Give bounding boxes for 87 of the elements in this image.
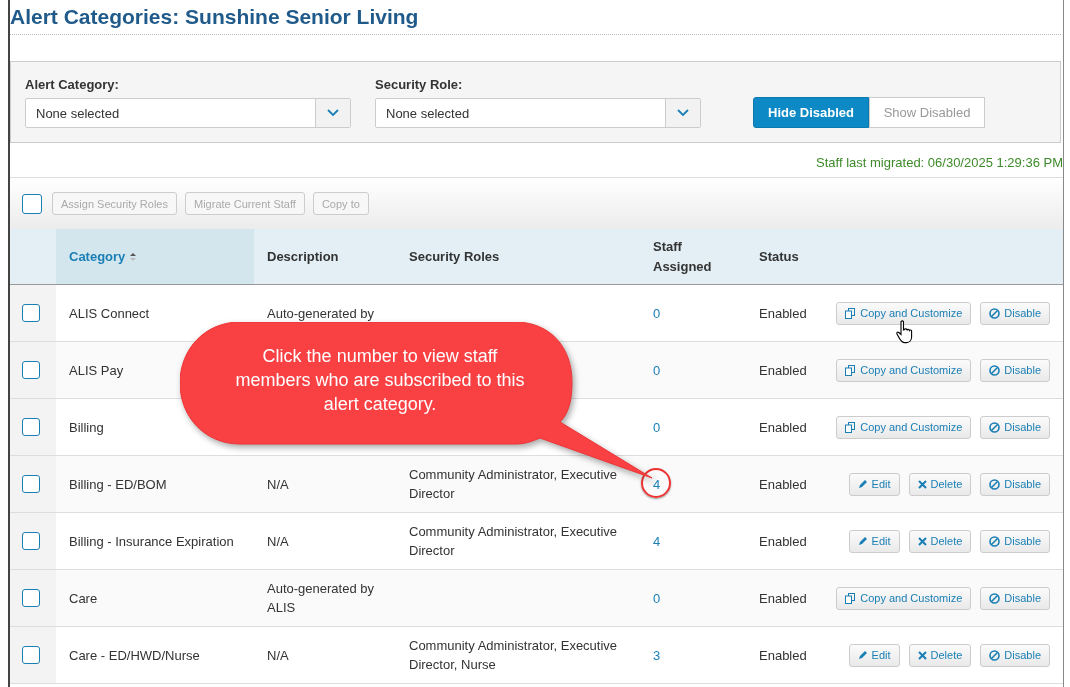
ban-icon [989, 421, 1001, 433]
dropdown-field[interactable]: None selected [25, 98, 351, 128]
action-button[interactable]: Edit [848, 472, 900, 496]
category-name: ALIS Pay [69, 362, 124, 378]
action-button[interactable]: Disable [980, 415, 1050, 439]
row-checkbox[interactable] [22, 418, 40, 436]
copy-icon [845, 364, 857, 376]
action-button[interactable]: Delete [908, 529, 972, 553]
row-checkbox[interactable] [22, 361, 40, 379]
migration-status: Staff last migrated: 06/30/2025 1:29:36 PM [815, 154, 1063, 171]
copy-icon [845, 592, 857, 604]
status-text: Enabled [759, 362, 807, 378]
ban-icon [989, 364, 1001, 376]
staff-count-link[interactable]: 3 [653, 647, 661, 663]
action-button[interactable]: Disable [980, 529, 1050, 553]
close-icon [917, 536, 927, 546]
callout-text: Click the number to view staff members who are subscribed to this alert category. [234, 345, 526, 416]
status-text: Enabled [759, 305, 807, 321]
action-button[interactable]: Copy and Customize [836, 586, 972, 610]
toggle-button[interactable]: Show Disabled [869, 97, 985, 128]
category-name: Billing [69, 419, 104, 435]
category-name: Billing - Insurance Expiration [69, 533, 234, 549]
pencil-icon [857, 650, 868, 660]
status-text: Enabled [759, 419, 807, 435]
status-text: Enabled [759, 476, 807, 492]
action-button[interactable]: Copy and Customize [836, 358, 972, 382]
action-button[interactable]: Delete [908, 643, 972, 667]
column-header: Description [267, 248, 340, 266]
staff-count-link[interactable]: 0 [653, 305, 661, 321]
category-name: Billing - ED/BOM [69, 476, 167, 492]
action-button[interactable]: Edit [848, 643, 900, 667]
ban-icon [989, 478, 1001, 490]
row-checkbox[interactable] [22, 475, 40, 493]
ban-icon [989, 649, 1001, 661]
staff-count-link[interactable]: 0 [653, 419, 661, 435]
pencil-icon [857, 479, 868, 489]
action-button[interactable]: Disable [980, 358, 1050, 382]
security-roles-text: Community Administrator, Executive Director [409, 466, 619, 503]
description-text: N/A [267, 532, 290, 551]
security-roles-text: Community Administrator, Executive Director [409, 523, 619, 560]
close-icon [917, 650, 927, 660]
chevron-down-icon [327, 109, 339, 117]
copy-icon [845, 421, 857, 433]
action-button[interactable]: Delete [908, 472, 972, 496]
description-text: N/A [267, 475, 290, 494]
ban-icon [989, 592, 1001, 604]
action-button[interactable]: Edit [848, 529, 900, 553]
column-header: Status [759, 249, 799, 264]
dropdown-field[interactable]: None selected [375, 98, 701, 128]
security-roles-text: Community Administrator, Executive Director, Nurse [409, 637, 619, 674]
sort-header[interactable]: Category [69, 249, 126, 264]
description-text: Auto-generated by ALIS [267, 580, 375, 617]
filter-label: Security Role: [375, 77, 464, 92]
sort-icon[interactable] [130, 251, 137, 262]
description-text: Auto-generated by [267, 304, 375, 323]
action-button[interactable]: Disable [980, 643, 1050, 667]
row-checkbox[interactable] [22, 304, 40, 322]
staff-count-link[interactable]: 4 [653, 533, 661, 549]
action-button[interactable]: Disable [980, 301, 1050, 325]
category-name: Care - ED/HWD/Nurse [69, 647, 200, 663]
row-checkbox[interactable] [22, 532, 40, 550]
status-text: Enabled [759, 647, 807, 663]
staff-count-link[interactable]: 0 [653, 362, 661, 378]
description-text: N/A [267, 646, 290, 665]
row-checkbox[interactable] [22, 646, 40, 664]
ban-icon [989, 307, 1001, 319]
select-all-checkbox[interactable] [22, 193, 42, 214]
status-text: Enabled [759, 533, 807, 549]
ban-icon [989, 535, 1001, 547]
staff-count-link[interactable]: 0 [653, 590, 661, 606]
action-button[interactable]: Copy and Customize [836, 415, 972, 439]
staff-count-link[interactable]: 4 [653, 476, 661, 492]
column-header: Staff Assigned [653, 237, 713, 276]
chevron-down-icon [677, 109, 689, 117]
category-name: ALIS Connect [69, 305, 150, 321]
row-checkbox[interactable] [22, 589, 40, 607]
category-name: Care [69, 590, 98, 606]
page-title: Alert Categories: Sunshine Senior Living [10, 0, 1061, 35]
close-icon [917, 479, 927, 489]
filter-label: Alert Category: [25, 77, 120, 92]
status-text: Enabled [759, 590, 807, 606]
pencil-icon [857, 536, 868, 546]
action-button[interactable]: Disable [980, 586, 1050, 610]
action-button[interactable]: Disable [980, 472, 1050, 496]
toggle-button[interactable]: Hide Disabled [753, 97, 869, 128]
column-header: Security Roles [409, 248, 500, 266]
copy-icon [845, 307, 857, 319]
